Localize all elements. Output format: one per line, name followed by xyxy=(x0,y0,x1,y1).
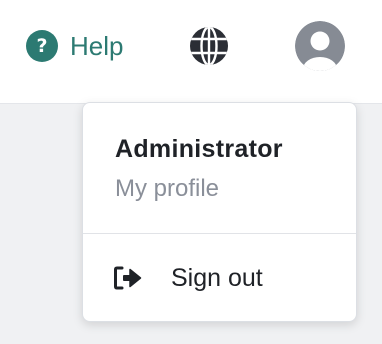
help-circle-icon: ? xyxy=(26,30,58,62)
user-avatar[interactable] xyxy=(295,21,345,71)
user-avatar-icon xyxy=(295,21,345,71)
globe-icon xyxy=(190,27,228,65)
sign-out-button[interactable]: Sign out xyxy=(83,234,356,322)
help-label: Help xyxy=(70,31,124,61)
help-link[interactable]: ? Help xyxy=(26,30,123,62)
profile-menu-item[interactable]: Administrator My profile xyxy=(83,103,356,233)
sign-out-label: Sign out xyxy=(171,264,263,292)
user-name: Administrator xyxy=(115,135,283,163)
user-menu-dropdown: Administrator My profile Sign out xyxy=(82,102,357,322)
sign-out-icon xyxy=(113,265,143,291)
language-button[interactable] xyxy=(188,25,230,67)
top-bar: ? Help xyxy=(0,0,382,104)
my-profile-link[interactable]: My profile xyxy=(115,175,219,203)
